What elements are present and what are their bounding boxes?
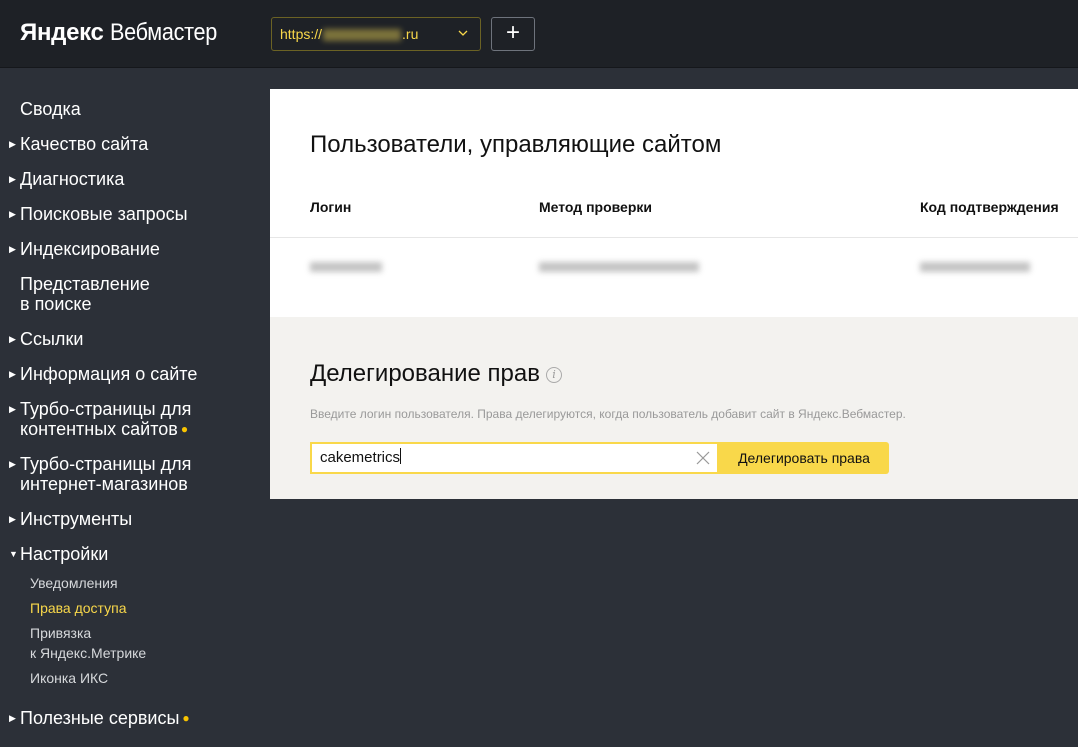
- login-input[interactable]: cakemetrics: [310, 442, 719, 474]
- new-dot-icon: ●: [180, 422, 189, 436]
- sidebar-item-links[interactable]: ▶ Ссылки: [9, 329, 84, 349]
- sidebar-item-useful-services[interactable]: ▶ Полезные сервисы ●: [9, 708, 190, 728]
- site-url-suffix: .ru: [402, 26, 419, 42]
- sidebar-item-label-line2: интернет-магазинов: [20, 474, 188, 494]
- sidebar-subitem-label: Права доступа: [30, 600, 127, 616]
- caret-right-icon: ▶: [9, 369, 16, 379]
- sidebar-item-label: Инструменты: [20, 509, 133, 529]
- sidebar-subitem-iks-icon[interactable]: Иконка ИКС: [30, 668, 108, 688]
- table-cell-code-redacted: [920, 262, 1030, 272]
- delegation-title-text: Делегирование прав: [310, 360, 540, 387]
- sidebar-item-label: Диагностика: [20, 169, 125, 189]
- table-cell-method-redacted: [539, 262, 699, 272]
- site-url-prefix: https://: [280, 26, 323, 42]
- sidebar-item-label: Индексирование: [20, 239, 160, 259]
- sidebar: Сводка ▶ Качество сайта ▶ Диагностика ▶ …: [0, 69, 270, 747]
- column-header-method: Метод проверки: [539, 199, 653, 215]
- sidebar-item-label: Сводка: [20, 99, 81, 119]
- sidebar-item-summary[interactable]: Сводка: [20, 99, 81, 119]
- caret-right-icon: ▶: [9, 244, 16, 254]
- top-bar: Яндекс Вебмастер https:// .ru +: [0, 0, 1078, 68]
- caret-down-icon: ▼: [9, 549, 18, 559]
- site-url-blurred: [323, 29, 402, 42]
- table-cell-login-redacted: [310, 262, 382, 272]
- new-dot-icon: ●: [182, 711, 190, 725]
- sidebar-subitem-label-line2: к Яндекс.Метрике: [30, 645, 147, 661]
- sidebar-subitem-access-rights[interactable]: Права доступа: [30, 598, 126, 618]
- sidebar-subitem-label: Иконка ИКС: [30, 670, 109, 686]
- caret-right-icon: ▶: [9, 174, 16, 184]
- chevron-down-icon: [458, 18, 468, 62]
- caret-right-icon: ▶: [9, 404, 16, 414]
- sidebar-subitem-metrica-binding[interactable]: Привязка к Яндекс.Метрике: [30, 623, 146, 663]
- text-caret: [400, 448, 402, 464]
- sidebar-item-label: Настройки: [20, 544, 109, 564]
- caret-right-icon: ▶: [9, 209, 16, 219]
- delegation-title: Делегирование прав i: [310, 360, 562, 388]
- sidebar-item-tools[interactable]: ▶ Инструменты: [9, 509, 133, 529]
- sidebar-item-indexing[interactable]: ▶ Индексирование: [9, 239, 160, 259]
- delegation-hint: Введите логин пользователя. Права делеги…: [310, 407, 906, 421]
- sidebar-item-label: Поисковые запросы: [20, 204, 188, 224]
- sidebar-subitem-label: Уведомления: [30, 575, 118, 591]
- add-site-button[interactable]: +: [491, 17, 535, 51]
- clear-icon[interactable]: [695, 449, 711, 467]
- sidebar-item-label: Полезные сервисы: [20, 708, 180, 728]
- site-selector[interactable]: https:// .ru: [271, 17, 481, 51]
- caret-right-icon: ▶: [9, 139, 16, 149]
- column-header-login: Логин: [310, 199, 352, 215]
- sidebar-item-label-line1: Турбо-страницы для: [20, 399, 192, 419]
- login-input-value: cakemetrics: [320, 449, 401, 466]
- sidebar-item-turbo-content[interactable]: ▶ Турбо-страницы для контентных сайтов ●: [9, 399, 192, 439]
- sidebar-item-diagnostics[interactable]: ▶ Диагностика: [9, 169, 125, 189]
- logo-brand: Яндекс: [20, 19, 104, 46]
- sidebar-item-label: Ссылки: [20, 329, 84, 349]
- sidebar-item-search-queries[interactable]: ▶ Поисковые запросы: [9, 204, 188, 224]
- caret-right-icon: ▶: [9, 334, 16, 344]
- caret-right-icon: ▶: [9, 514, 16, 524]
- sidebar-item-settings[interactable]: ▼ Настройки: [9, 544, 109, 564]
- sidebar-item-label-line1: Турбо-страницы для: [20, 454, 192, 474]
- sidebar-item-site-quality[interactable]: ▶ Качество сайта: [9, 134, 149, 154]
- sidebar-item-search-appearance[interactable]: Представление в поиске: [20, 274, 150, 314]
- logo-product: Вебмастер: [109, 19, 217, 46]
- sidebar-item-label-line2: в поиске: [20, 294, 92, 314]
- sidebar-item-label: Информация о сайте: [20, 364, 198, 384]
- sidebar-item-label-line1: Представление: [20, 274, 150, 294]
- sidebar-item-label-line2: контентных сайтов: [20, 419, 178, 439]
- table-divider: [270, 237, 1078, 238]
- users-title: Пользователи, управляющие сайтом: [310, 131, 722, 158]
- caret-right-icon: ▶: [9, 459, 16, 469]
- caret-right-icon: ▶: [9, 713, 16, 723]
- main-panel: Пользователи, управляющие сайтом Логин М…: [270, 89, 1078, 499]
- column-header-code: Код подтверждения: [920, 199, 1059, 215]
- sidebar-item-site-info[interactable]: ▶ Информация о сайте: [9, 364, 198, 384]
- delegate-button[interactable]: Делегировать права: [719, 442, 889, 474]
- sidebar-subitem-notifications[interactable]: Уведомления: [30, 573, 118, 593]
- sidebar-item-label: Качество сайта: [20, 134, 149, 154]
- sidebar-subitem-label-line1: Привязка: [30, 625, 92, 641]
- sidebar-item-turbo-shops[interactable]: ▶ Турбо-страницы для интернет-магазинов: [9, 454, 192, 494]
- info-icon[interactable]: i: [545, 367, 562, 383]
- logo[interactable]: Яндекс Вебмастер: [20, 19, 229, 47]
